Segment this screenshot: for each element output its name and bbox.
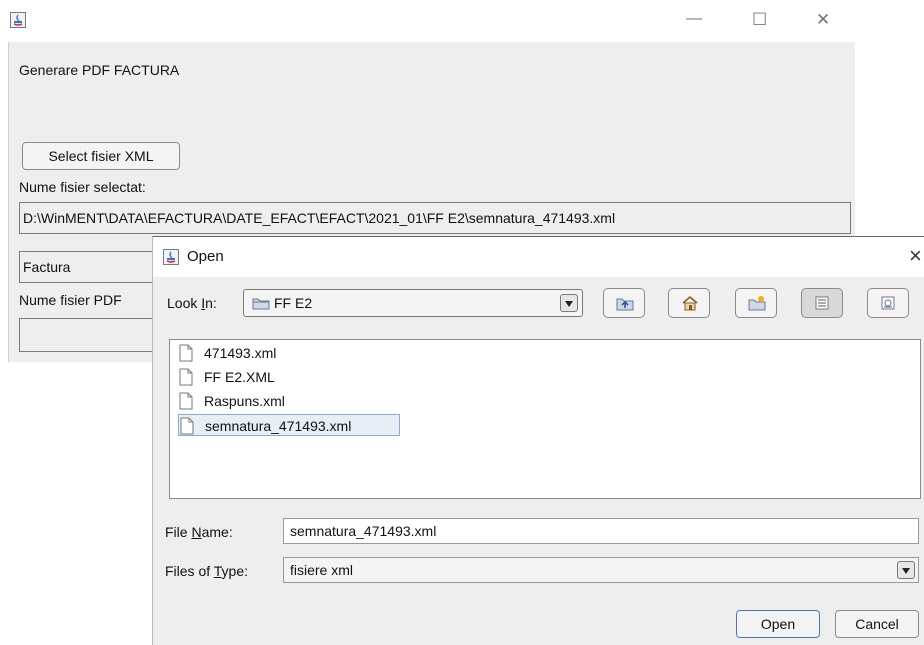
chevron-down-icon[interactable] (560, 294, 578, 312)
dialog-titlebar: Open × (153, 237, 924, 277)
dialog-close-button[interactable]: × (909, 243, 922, 269)
home-button[interactable] (668, 288, 710, 318)
look-in-value: FF E2 (274, 295, 313, 311)
file-name-input[interactable]: semnatura_471493.xml (283, 518, 919, 544)
chevron-down-icon[interactable] (897, 561, 915, 579)
list-view-icon (815, 296, 829, 310)
look-in-combo[interactable]: FF E2 (243, 289, 583, 317)
maximize-button[interactable]: ☐ (752, 10, 778, 32)
details-view-button[interactable] (867, 288, 909, 318)
file-icon (179, 417, 195, 441)
java-app-icon (10, 12, 26, 28)
look-in-label: Look In: (167, 295, 217, 311)
close-button[interactable]: ✕ (816, 10, 842, 32)
details-view-icon (881, 296, 895, 310)
java-app-icon (163, 249, 179, 265)
up-one-level-icon (616, 298, 634, 311)
page-title: Generare PDF FACTURA (19, 62, 180, 78)
minimize-button[interactable]: — (686, 10, 712, 32)
list-item[interactable]: FF E2.XML (178, 366, 338, 388)
pdf-file-label: Nume fisier PDF (19, 292, 122, 308)
factura-field[interactable]: Factura (19, 251, 159, 283)
pdf-file-field[interactable] (19, 318, 159, 352)
new-folder-icon (748, 296, 766, 311)
up-one-level-button[interactable] (603, 288, 645, 318)
main-window-titlebar: — ☐ ✕ (0, 0, 924, 42)
file-type-select[interactable]: fisiere xml (283, 557, 919, 583)
file-name-label: File Name: (165, 524, 233, 540)
dialog-title: Open (187, 248, 224, 265)
list-view-button[interactable] (801, 288, 843, 318)
file-type-label: Files of Type: (165, 563, 249, 579)
select-xml-button[interactable]: Select fisier XML (22, 142, 180, 170)
home-icon (682, 295, 698, 311)
cancel-button[interactable]: Cancel (835, 610, 919, 638)
list-item-selected[interactable]: semnatura_471493.xml (178, 414, 400, 436)
file-type-value: fisiere xml (290, 562, 354, 578)
list-item[interactable]: 471493.xml (178, 342, 338, 364)
open-button[interactable]: Open (736, 610, 820, 638)
open-dialog: Open × Look In: FF E2 471493.xml FF E2.X… (152, 236, 924, 645)
folder-icon (252, 296, 270, 313)
file-icon (178, 368, 194, 392)
selected-file-path-field[interactable]: D:\WinMENT\DATA\EFACTURA\DATE_EFACT\EFAC… (19, 202, 851, 234)
file-icon (178, 392, 194, 416)
file-icon (178, 344, 194, 368)
new-folder-button[interactable] (735, 288, 777, 318)
list-item[interactable]: Raspuns.xml (178, 390, 338, 412)
file-list[interactable]: 471493.xml FF E2.XML Raspuns.xml semnatu… (169, 339, 921, 499)
selected-file-label: Nume fisier selectat: (19, 179, 146, 195)
